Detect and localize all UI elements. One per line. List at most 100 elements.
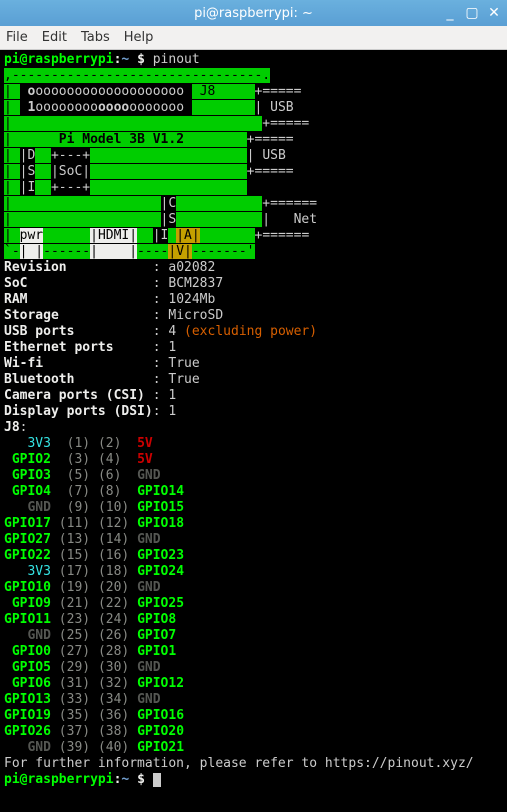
command: pinout xyxy=(153,52,200,67)
pin-right: GND xyxy=(137,532,160,547)
pin-num-left: (5) xyxy=(59,468,90,483)
pin-right: GPIO20 xyxy=(137,724,184,739)
pin-left: GPIO3 xyxy=(4,468,51,483)
spec-label-csi: Camera ports (CSI) xyxy=(4,388,153,403)
pin-left: GPIO13 xyxy=(4,692,51,707)
pin-num-left: (15) xyxy=(59,548,90,563)
pin-num-right: (16) xyxy=(98,548,129,563)
pin-left: GND xyxy=(4,500,51,515)
pin-num-left: (39) xyxy=(59,740,90,755)
j8-label: J8 xyxy=(192,84,215,99)
pin-num-left: (35) xyxy=(59,708,90,723)
pin-left: GPIO22 xyxy=(4,548,51,563)
pinout-header: J8 xyxy=(4,420,20,435)
pin-left: GPIO9 xyxy=(4,596,51,611)
pin-right: GPIO8 xyxy=(137,612,176,627)
net-label: Net xyxy=(294,212,317,227)
pin-left: 3V3 xyxy=(4,436,51,451)
maximize-button[interactable]: ▢ xyxy=(463,4,481,22)
pin-num-left: (25) xyxy=(59,628,90,643)
terminal-window: pi@raspberrypi: ~ _ ▢ ✕ File Edit Tabs H… xyxy=(0,0,507,812)
pin-left: GPIO19 xyxy=(4,708,51,723)
menu-file[interactable]: File xyxy=(6,30,28,45)
pin-num-right: (8) xyxy=(98,484,129,499)
menu-help[interactable]: Help xyxy=(124,30,154,45)
pin-right: GPIO1 xyxy=(137,644,176,659)
soc-label: SoC xyxy=(59,164,82,179)
spec-value-revision: a02082 xyxy=(168,260,215,275)
spec-label-ram: RAM xyxy=(4,292,153,307)
pin-right: GPIO7 xyxy=(137,628,176,643)
spec-label-eth_ports: Ethernet ports xyxy=(4,340,153,355)
pin-left: GPIO0 xyxy=(4,644,51,659)
spec-value-csi: 1 xyxy=(168,388,176,403)
pin-right: GPIO23 xyxy=(137,548,184,563)
pin-num-right: (30) xyxy=(98,660,129,675)
pin-num-left: (31) xyxy=(59,676,90,691)
pin-right: 5V xyxy=(137,436,153,451)
pin-right: GND xyxy=(137,692,160,707)
pin-left: GPIO17 xyxy=(4,516,51,531)
menu-edit[interactable]: Edit xyxy=(42,30,67,45)
pin-left: GPIO11 xyxy=(4,612,51,627)
pin-left: GPIO2 xyxy=(4,452,51,467)
pin-num-right: (32) xyxy=(98,676,129,691)
pin-num-right: (34) xyxy=(98,692,129,707)
pin-left: GPIO27 xyxy=(4,532,51,547)
spec-label-dsi: Display ports (DSI) xyxy=(4,404,153,419)
terminal-content[interactable]: pi@raspberrypi:~ $ pinout,--------------… xyxy=(0,50,507,812)
spec-value-eth_ports: 1 xyxy=(168,340,176,355)
pin-right: 5V xyxy=(137,452,153,467)
pin-num-right: (38) xyxy=(98,724,129,739)
footer-text: For further information, please refer to… xyxy=(4,756,474,771)
pin-right: GPIO16 xyxy=(137,708,184,723)
spec-label-bt: Bluetooth xyxy=(4,372,153,387)
spec-usb-note: (excluding power) xyxy=(184,324,317,339)
usb-port-label: USB xyxy=(262,148,285,163)
spec-value-ram: 1024Mb xyxy=(168,292,215,307)
pin-num-left: (29) xyxy=(59,660,90,675)
pin-right: GPIO15 xyxy=(137,500,184,515)
close-button[interactable]: ✕ xyxy=(485,4,503,22)
pin-right: GPIO24 xyxy=(137,564,184,579)
window-titlebar[interactable]: pi@raspberrypi: ~ _ ▢ ✕ xyxy=(0,0,507,26)
pin-num-left: (1) xyxy=(59,436,90,451)
pin-right: GND xyxy=(137,660,160,675)
window-title: pi@raspberrypi: ~ xyxy=(194,6,313,21)
pin-right: GND xyxy=(137,580,160,595)
pin-right: GPIO21 xyxy=(137,740,184,755)
spec-value-storage: MicroSD xyxy=(168,308,223,323)
pin-right: GND xyxy=(137,468,160,483)
pin-num-right: (12) xyxy=(98,516,129,531)
pin-num-left: (33) xyxy=(59,692,90,707)
pin-left: GND xyxy=(4,740,51,755)
pin-num-right: (4) xyxy=(98,452,129,467)
pin-right: GPIO14 xyxy=(137,484,184,499)
pin-num-right: (24) xyxy=(98,612,129,627)
hdmi-label: HDMI xyxy=(98,228,129,243)
pin-num-left: (27) xyxy=(59,644,90,659)
spec-value-wifi: True xyxy=(168,356,199,371)
pin-num-left: (37) xyxy=(59,724,90,739)
pin-num-left: (17) xyxy=(59,564,90,579)
spec-label-revision: Revision xyxy=(4,260,153,275)
menu-tabs[interactable]: Tabs xyxy=(81,30,110,45)
cursor[interactable] xyxy=(153,773,161,787)
spec-label-storage: Storage xyxy=(4,308,153,323)
prompt-userhost: pi@raspberrypi xyxy=(4,772,114,787)
prompt-userhost: pi@raspberrypi xyxy=(4,52,114,67)
pin-num-right: (6) xyxy=(98,468,129,483)
pin-left: GPIO10 xyxy=(4,580,51,595)
spec-value-dsi: 1 xyxy=(168,404,176,419)
pin-num-right: (40) xyxy=(98,740,129,755)
minimize-button[interactable]: _ xyxy=(441,4,459,22)
pin-left: 3V3 xyxy=(4,564,51,579)
pin-num-right: (2) xyxy=(98,436,129,451)
menu-bar: File Edit Tabs Help xyxy=(0,26,507,50)
pwr-label: pwr xyxy=(20,228,43,243)
pin-num-left: (7) xyxy=(59,484,90,499)
pin-num-right: (14) xyxy=(98,532,129,547)
pin-num-right: (18) xyxy=(98,564,129,579)
spec-value-bt: True xyxy=(168,372,199,387)
pin-right: GPIO25 xyxy=(137,596,184,611)
